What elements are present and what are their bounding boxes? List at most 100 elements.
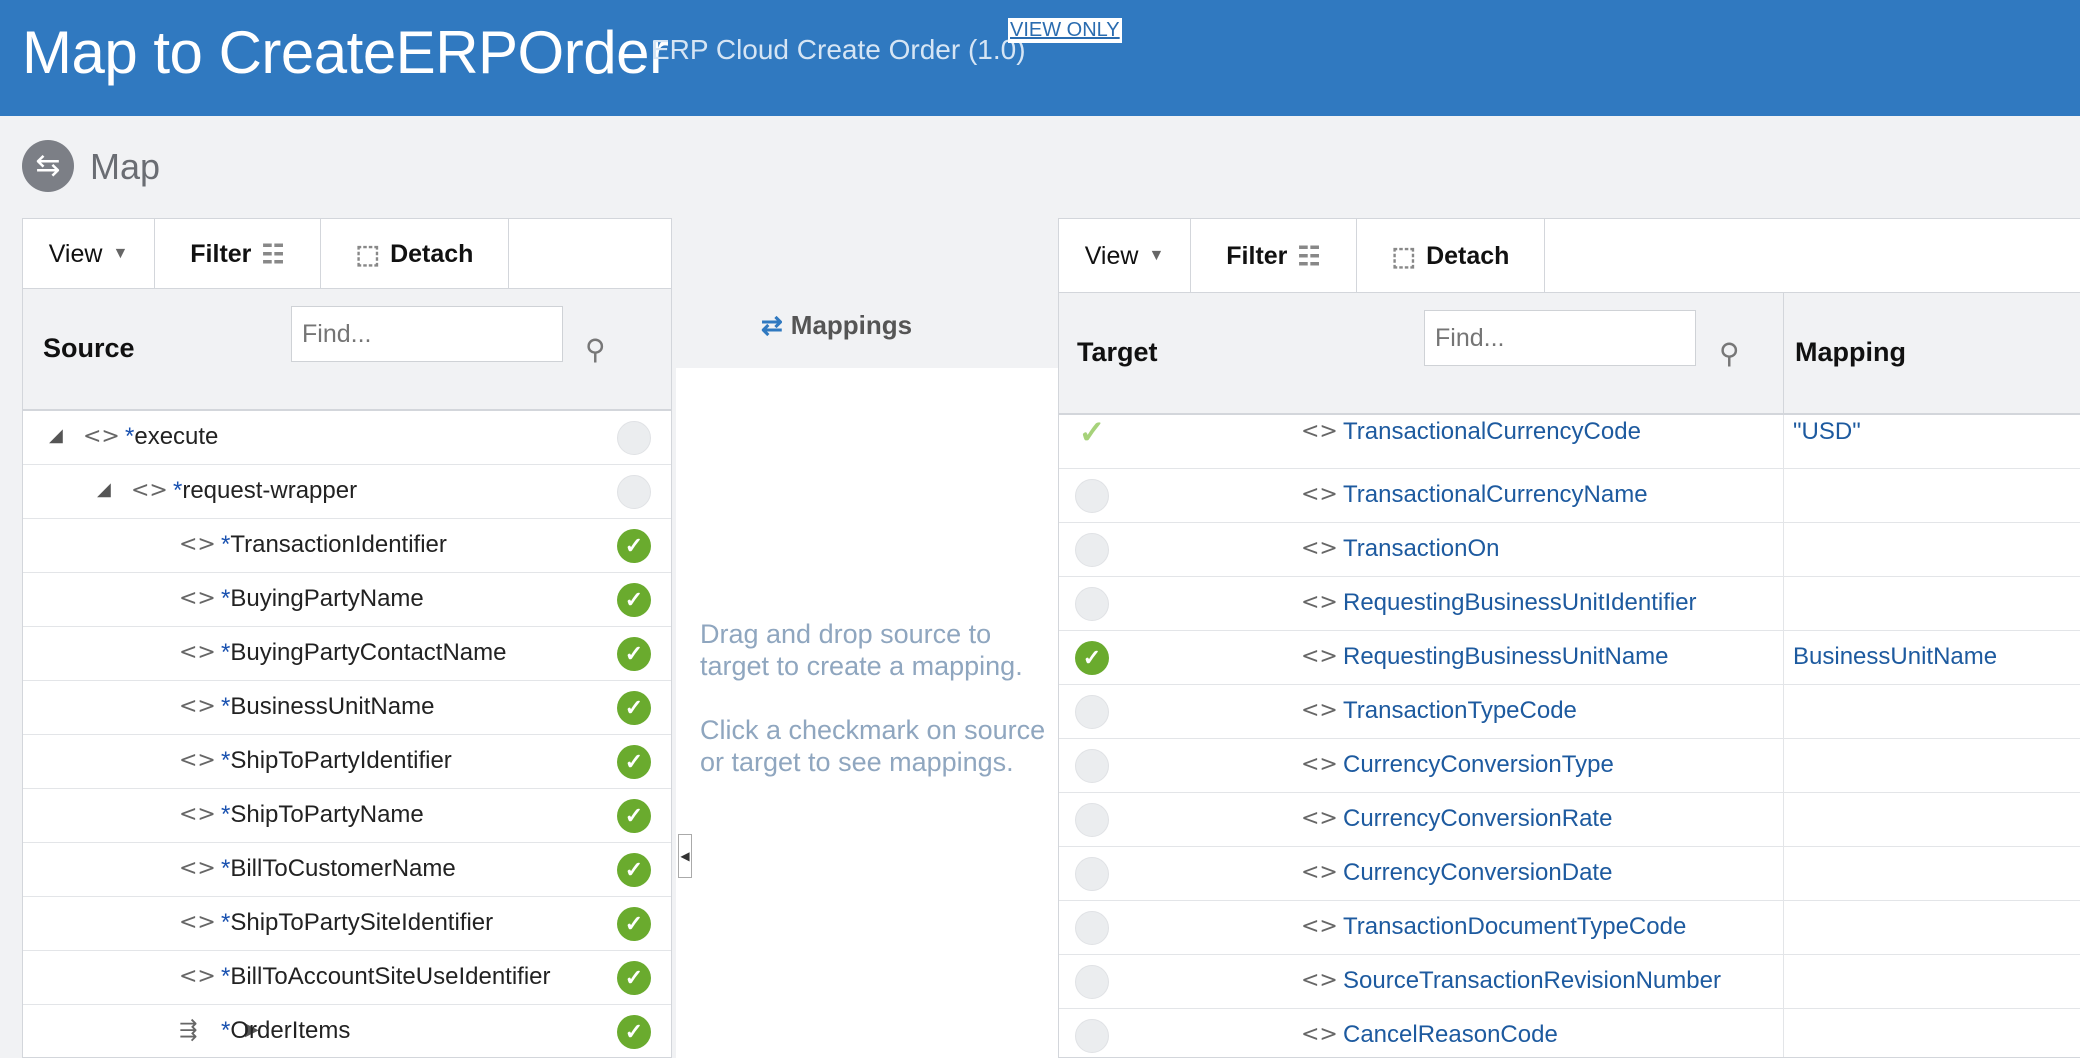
target-element-name[interactable]: CancelReasonCode xyxy=(1343,1021,1558,1049)
target-element-name[interactable]: TransactionalCurrencyCode xyxy=(1343,418,1641,446)
element-tag-icon: <> xyxy=(1301,536,1338,561)
mapping-value[interactable]: BusinessUnitName xyxy=(1793,643,1997,671)
element-name: execute xyxy=(134,423,219,450)
target-element-name[interactable]: RequestingBusinessUnitIdentifier xyxy=(1343,589,1697,617)
tree-row-label: *ShipToPartySiteIdentifier xyxy=(221,909,493,937)
target-view-menu[interactable]: View ▼ xyxy=(1059,219,1191,293)
expand-triangle-icon[interactable]: ◢ xyxy=(49,425,63,446)
tree-row[interactable]: <> TransactionOn xyxy=(1059,523,2080,577)
element-tag-icon: <> xyxy=(1301,590,1338,615)
filter-icon: ☷ xyxy=(261,238,285,269)
target-element-name[interactable]: CurrencyConversionType xyxy=(1343,751,1614,779)
target-element-name[interactable]: TransactionDocumentTypeCode xyxy=(1343,913,1686,941)
tree-row[interactable]: ▶ ⇶ *OrderItems ✓ xyxy=(23,1005,671,1058)
target-search-input[interactable] xyxy=(1424,310,1696,366)
check-icon[interactable]: ✓ xyxy=(1075,415,1109,449)
element-tag-icon: <> xyxy=(1301,914,1338,939)
view-only-badge[interactable]: VIEW ONLY xyxy=(1008,18,1122,43)
unmapped-indicator[interactable] xyxy=(617,475,651,509)
target-element-name[interactable]: CurrencyConversionRate xyxy=(1343,805,1612,833)
tree-row[interactable]: <> *ShipToPartySiteIdentifier ✓ xyxy=(23,897,671,951)
target-element-name[interactable]: SourceTransactionRevisionNumber xyxy=(1343,967,1721,995)
unmapped-indicator[interactable] xyxy=(1075,965,1109,999)
target-element-name[interactable]: RequestingBusinessUnitName xyxy=(1343,643,1669,671)
unmapped-indicator[interactable] xyxy=(1075,803,1109,837)
check-icon[interactable]: ✓ xyxy=(1075,641,1109,675)
check-icon[interactable]: ✓ xyxy=(617,853,651,887)
tree-row[interactable]: <> *BuyingPartyName ✓ xyxy=(23,573,671,627)
source-view-menu[interactable]: View ▼ xyxy=(23,219,155,289)
tree-row-label: *ShipToPartyIdentifier xyxy=(221,747,452,775)
tree-row-label: *TransactionIdentifier xyxy=(221,531,447,559)
tree-row[interactable]: <> *BillToAccountSiteUseIdentifier ✓ xyxy=(23,951,671,1005)
check-icon[interactable]: ✓ xyxy=(617,637,651,671)
expand-triangle-icon[interactable]: ◢ xyxy=(97,479,111,500)
source-view-label: View xyxy=(48,239,103,268)
tree-row[interactable]: <> *TransactionIdentifier ✓ xyxy=(23,519,671,573)
target-detach-label: Detach xyxy=(1426,241,1510,270)
tree-row[interactable]: <> CurrencyConversionType xyxy=(1059,739,2080,793)
element-tag-icon: <> xyxy=(179,694,216,719)
tree-row[interactable]: <> CurrencyConversionDate xyxy=(1059,847,2080,901)
element-name: ShipToPartySiteIdentifier xyxy=(230,909,494,936)
tree-row[interactable]: <> *ShipToPartyName ✓ xyxy=(23,789,671,843)
tree-row[interactable]: ◢ <> *execute xyxy=(23,411,671,465)
mappings-panel: ⇄ Mappings Drag and drop source to target… xyxy=(676,218,1058,1058)
unmapped-indicator[interactable] xyxy=(1075,479,1109,513)
element-name: ShipToPartyName xyxy=(230,801,424,828)
target-element-name[interactable]: TransactionOn xyxy=(1343,535,1500,563)
unmapped-indicator[interactable] xyxy=(1075,587,1109,621)
tree-row[interactable]: <> RequestingBusinessUnitIdentifier xyxy=(1059,577,2080,631)
target-element-name[interactable]: CurrencyConversionDate xyxy=(1343,859,1612,887)
target-detach-button[interactable]: ⬚ Detach xyxy=(1357,219,1545,293)
element-tag-icon: <> xyxy=(1301,644,1338,669)
check-icon[interactable]: ✓ xyxy=(617,745,651,779)
check-icon[interactable]: ✓ xyxy=(617,583,651,617)
tree-row[interactable]: <> *BusinessUnitName ✓ xyxy=(23,681,671,735)
check-icon[interactable]: ✓ xyxy=(617,529,651,563)
tree-row[interactable]: <> CurrencyConversionRate xyxy=(1059,793,2080,847)
tree-row[interactable]: ✓ <> RequestingBusinessUnitName BusinessUni… xyxy=(1059,631,2080,685)
unmapped-indicator[interactable] xyxy=(1075,857,1109,891)
check-icon[interactable]: ✓ xyxy=(617,799,651,833)
search-icon[interactable]: ⚲ xyxy=(1719,337,1740,370)
element-tag-icon: <> xyxy=(131,478,168,503)
check-icon[interactable]: ✓ xyxy=(617,1015,651,1049)
source-detach-button[interactable]: ⬚ Detach xyxy=(321,219,509,289)
source-filter-button[interactable]: Filter ☷ xyxy=(155,219,321,289)
unmapped-indicator[interactable] xyxy=(1075,911,1109,945)
tree-row[interactable]: <> *ShipToPartyIdentifier ✓ xyxy=(23,735,671,789)
page-title: Map to CreateERPOrder xyxy=(22,19,669,86)
unmapped-indicator[interactable] xyxy=(1075,1019,1109,1053)
target-element-name[interactable]: TransactionTypeCode xyxy=(1343,697,1577,725)
target-filter-button[interactable]: Filter ☷ xyxy=(1191,219,1357,293)
source-search-input[interactable] xyxy=(291,306,563,362)
tree-row-label: *BuyingPartyContactName xyxy=(221,639,506,667)
element-tag-icon: <> xyxy=(1301,1022,1338,1047)
column-divider xyxy=(1783,293,1784,413)
check-icon[interactable]: ✓ xyxy=(617,691,651,725)
tree-row[interactable]: <> CancelReasonCode xyxy=(1059,1009,2080,1058)
tree-row[interactable]: <> TransactionDocumentTypeCode xyxy=(1059,901,2080,955)
unmapped-indicator[interactable] xyxy=(1075,695,1109,729)
mappings-hint-checkmark: Click a checkmark on source or target to… xyxy=(700,715,1046,777)
tree-row[interactable]: ✓ <> TransactionalCurrencyCode "USD" xyxy=(1059,415,2080,469)
tree-row[interactable]: <> TransactionalCurrencyName xyxy=(1059,469,2080,523)
unmapped-indicator[interactable] xyxy=(617,421,651,455)
check-icon[interactable]: ✓ xyxy=(617,961,651,995)
target-column-label: Target xyxy=(1077,337,1158,367)
tree-row[interactable]: <> *BuyingPartyContactName ✓ xyxy=(23,627,671,681)
required-marker: * xyxy=(221,963,231,990)
search-icon[interactable]: ⚲ xyxy=(585,333,606,366)
tree-row[interactable]: <> *BillToCustomerName ✓ xyxy=(23,843,671,897)
check-icon[interactable]: ✓ xyxy=(617,907,651,941)
mapping-value[interactable]: "USD" xyxy=(1793,418,1861,446)
unmapped-indicator[interactable] xyxy=(1075,533,1109,567)
tree-row[interactable]: <> TransactionTypeCode xyxy=(1059,685,2080,739)
tree-row[interactable]: <> SourceTransactionRevisionNumber xyxy=(1059,955,2080,1009)
tree-row[interactable]: ◢ <> *request-wrapper xyxy=(23,465,671,519)
map-arrows-icon: ⇆ xyxy=(22,140,74,192)
unmapped-indicator[interactable] xyxy=(1075,749,1109,783)
collapse-panel-handle[interactable]: ◀ xyxy=(678,834,692,878)
target-element-name[interactable]: TransactionalCurrencyName xyxy=(1343,481,1648,509)
